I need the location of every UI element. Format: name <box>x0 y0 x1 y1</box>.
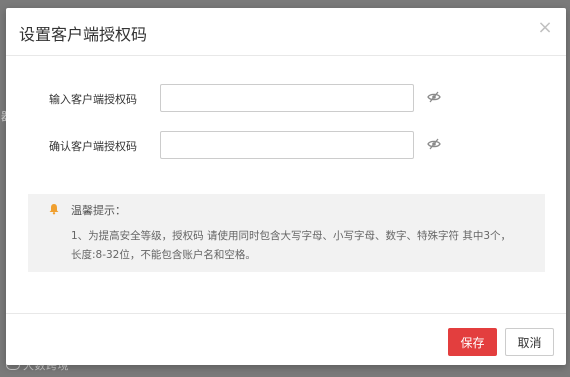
new-code-row: 输入客户端授权码 <box>6 84 566 114</box>
confirm-code-row: 确认客户端授权码 <box>6 131 566 161</box>
confirm-code-input[interactable] <box>160 131 414 159</box>
new-code-input[interactable] <box>160 84 414 112</box>
cancel-button[interactable]: 取消 <box>505 328 554 356</box>
set-auth-code-dialog: 设置客户端授权码 × 输入客户端授权码 确认客户端授权码 温馨提示： 1、为提高… <box>6 8 566 365</box>
confirm-code-label: 确认客户端授权码 <box>49 140 137 153</box>
eye-off-icon[interactable] <box>427 91 441 103</box>
tips-text: 1、为提高安全等级，授权码 请使用同时包含大写字母、小写字母、数字、特殊字符 其… <box>71 230 512 261</box>
close-icon[interactable]: × <box>534 17 556 39</box>
tips-box: 温馨提示： 1、为提高安全等级，授权码 请使用同时包含大写字母、小写字母、数字、… <box>28 194 545 272</box>
dialog-footer: 保存 取消 <box>6 313 566 365</box>
dialog-header: 设置客户端授权码 × <box>6 8 566 56</box>
eye-off-icon[interactable] <box>427 138 441 150</box>
bell-icon <box>49 204 59 215</box>
save-button[interactable]: 保存 <box>448 328 497 356</box>
dialog-title: 设置客户端授权码 <box>19 25 148 44</box>
new-code-label: 输入客户端授权码 <box>49 93 137 106</box>
tips-title: 温馨提示： <box>71 204 126 217</box>
